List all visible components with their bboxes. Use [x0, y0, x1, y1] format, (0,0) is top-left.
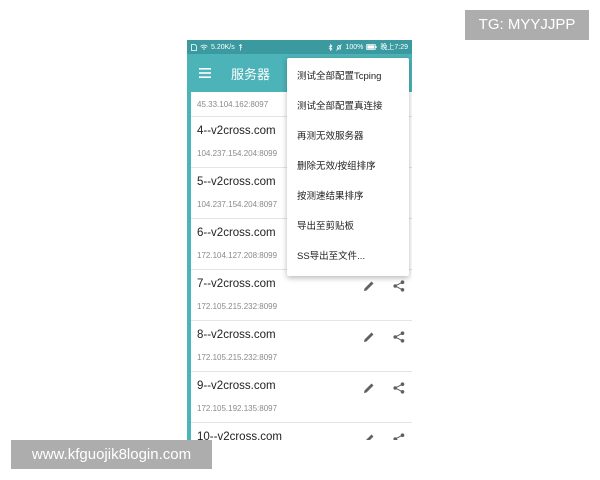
share-icon[interactable]	[391, 431, 407, 440]
server-name: 6--v2cross.com	[197, 227, 276, 239]
battery-icon	[366, 44, 377, 50]
mute-icon	[336, 43, 343, 51]
sim-icon	[191, 43, 197, 51]
pencil-edit-icon[interactable]	[361, 329, 377, 345]
server-address: 172.105.192.135:8097	[197, 404, 278, 413]
battery-percent: 100%	[345, 43, 364, 51]
network-speed: 5.20K/s	[211, 43, 235, 51]
menu-item-test-all-tcping[interactable]: 测试全部配置Tcping	[287, 62, 409, 92]
share-icon[interactable]	[391, 278, 407, 294]
screenshot-page: TG: MYYJJPP 5.20K/s 100% 晚上7:29 服务器 45.3…	[0, 0, 600, 480]
server-name: 7--v2cross.com	[197, 278, 276, 290]
menu-item-retest-invalid[interactable]: 再测无效服务器	[287, 122, 409, 152]
usb-icon	[238, 43, 243, 51]
server-address: 172.105.215.232:8099	[197, 302, 278, 311]
server-address: 104.237.154.204:8099	[197, 149, 278, 158]
menu-item-test-all-real-connection[interactable]: 测试全部配置真连接	[287, 92, 409, 122]
server-address: 172.104.127.208:8099	[197, 251, 278, 260]
watermark-telegram: TG: MYYJJPP	[465, 10, 589, 40]
status-bar-right: 100% 晚上7:29	[328, 42, 408, 52]
clock: 晚上7:29	[380, 44, 408, 51]
server-address: 172.105.215.232:8097	[197, 353, 278, 362]
server-address: 45.33.104.162:8097	[197, 100, 269, 109]
server-name: 5--v2cross.com	[197, 176, 276, 188]
share-icon[interactable]	[391, 329, 407, 345]
share-icon[interactable]	[391, 380, 407, 396]
pencil-edit-icon[interactable]	[361, 380, 377, 396]
phone-screen: 5.20K/s 100% 晚上7:29 服务器 45.33.104.162:80…	[187, 40, 412, 440]
status-bar-left: 5.20K/s	[191, 44, 243, 51]
watermark-website: www.kfguojik8login.com	[11, 440, 212, 469]
server-name: 9--v2cross.com	[197, 380, 276, 392]
menu-item-export-clipboard[interactable]: 导出至剪贴板	[287, 212, 409, 242]
menu-item-sort-by-speed[interactable]: 按测速结果排序	[287, 182, 409, 212]
pencil-edit-icon[interactable]	[361, 431, 377, 440]
bluetooth-icon	[328, 43, 333, 51]
hamburger-menu-icon[interactable]	[187, 54, 223, 92]
server-name: 10--v2cross.com	[197, 431, 282, 440]
server-list-item[interactable]: 7--v2cross.com 172.105.215.232:8099	[191, 270, 412, 321]
pencil-edit-icon[interactable]	[361, 278, 377, 294]
server-list-item[interactable]: 8--v2cross.com 172.105.215.232:8097	[191, 321, 412, 372]
server-address: 104.237.154.204:8097	[197, 200, 278, 209]
server-list-item[interactable]: 10--v2cross.com	[191, 423, 412, 440]
status-bar: 5.20K/s 100% 晚上7:29	[187, 40, 412, 54]
menu-item-ss-export-file[interactable]: SS导出至文件...	[287, 242, 409, 272]
page-title: 服务器	[231, 66, 271, 82]
wifi-icon	[200, 44, 208, 51]
overflow-menu: 测试全部配置Tcping 测试全部配置真连接 再测无效服务器 删除无效/按组排序…	[287, 58, 409, 276]
server-name: 8--v2cross.com	[197, 329, 276, 341]
server-name: 4--v2cross.com	[197, 125, 276, 137]
server-list-item[interactable]: 9--v2cross.com 172.105.192.135:8097	[191, 372, 412, 423]
menu-item-delete-invalid-sort-group[interactable]: 删除无效/按组排序	[287, 152, 409, 182]
